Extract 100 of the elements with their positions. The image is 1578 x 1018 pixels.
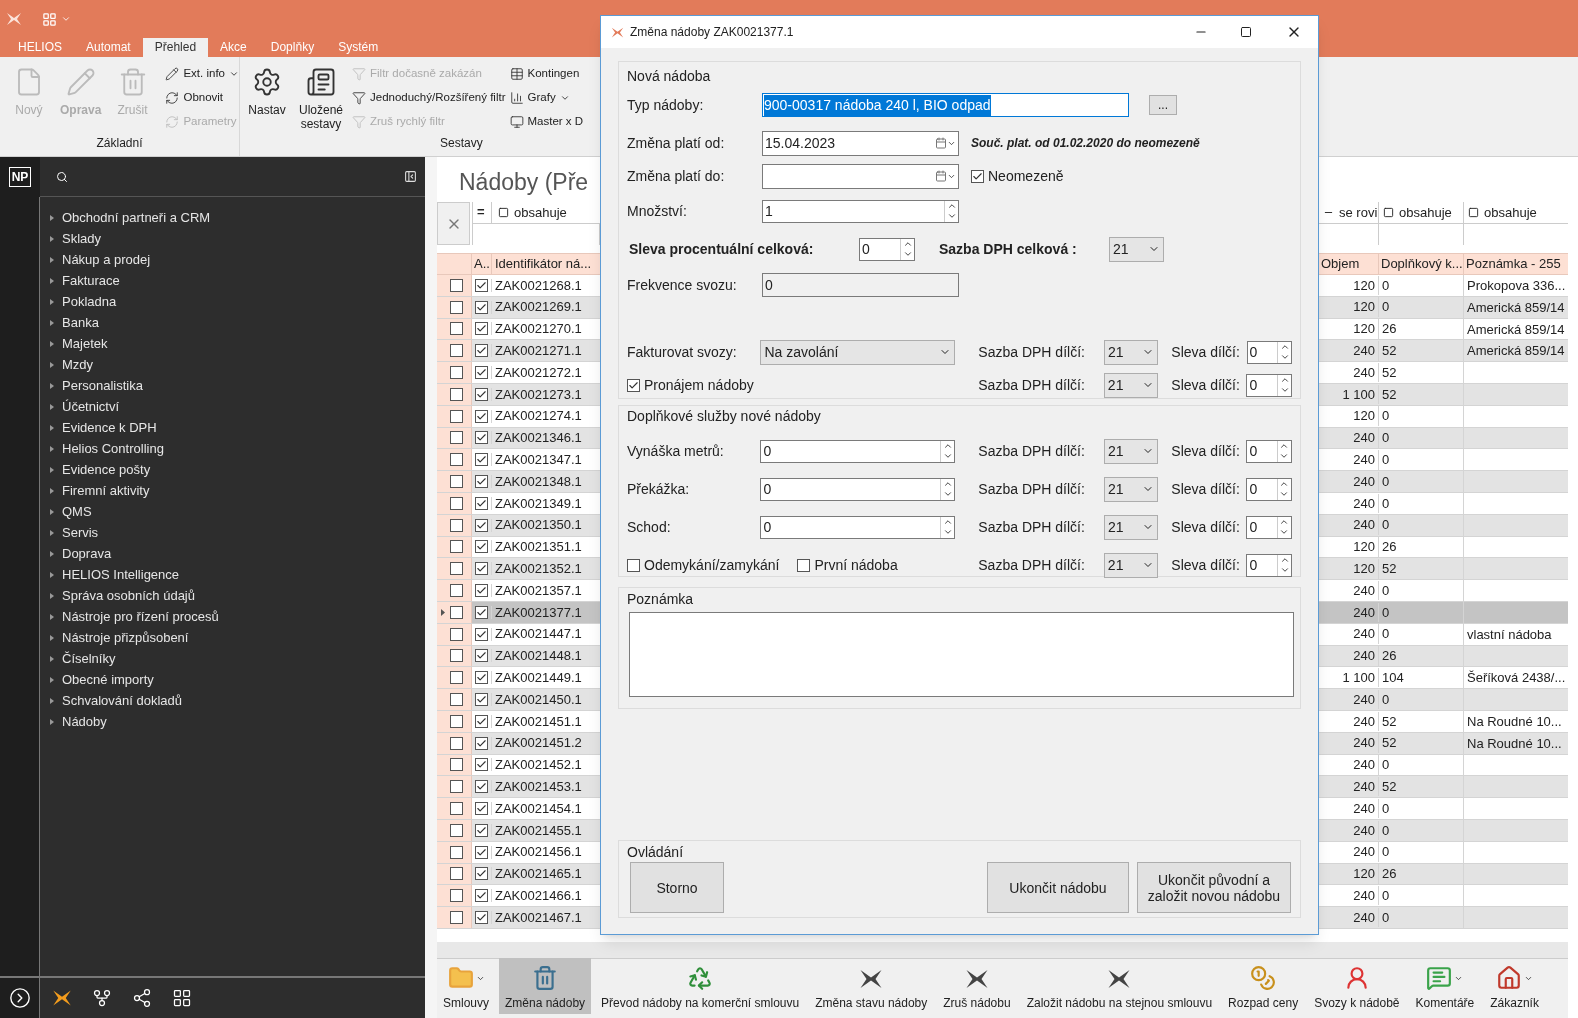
toolbar-button[interactable]: Rozpad ceny [1222,958,1305,1014]
nav-item[interactable]: Sklady [50,228,425,249]
nav-item[interactable]: Nádoby [50,711,425,732]
checkbox[interactable] [450,562,463,576]
note-field[interactable] [629,612,1294,697]
number-field[interactable]: 0 [1246,553,1292,577]
checkbox[interactable] [475,911,488,924]
ribbon-button[interactable]: Kontingen [509,62,584,86]
filter-operator[interactable]: obsahuje [492,202,600,223]
checkbox[interactable] [475,780,488,794]
checkbox[interactable] [475,584,488,598]
checkbox[interactable] [450,714,463,728]
nav-item[interactable]: Schvalování dokladů [50,690,425,711]
date-field[interactable]: 15.04.2023 [762,130,959,156]
checkbox[interactable] [450,518,463,532]
nav-item[interactable]: Helios Controlling [50,438,425,459]
checkbox[interactable] [475,387,488,401]
checkbox[interactable] [475,366,488,380]
checkbox[interactable] [475,518,488,532]
ribbon-button[interactable]: Nastav [242,57,292,134]
ribbon-button[interactable]: Obnovit [165,86,239,110]
ribbon-button[interactable]: Master x D [509,110,584,134]
checkbox[interactable] [797,558,811,572]
dropdown[interactable]: 21 [1103,339,1159,365]
checkbox[interactable] [627,378,640,392]
checkbox[interactable] [971,169,984,183]
nav-item[interactable]: HELIOS Intelligence [50,564,425,585]
calendar-icon[interactable] [935,170,947,182]
checkbox[interactable] [450,300,463,314]
checkbox[interactable] [475,300,488,314]
number-field[interactable]: 0 [1246,515,1292,539]
filter-operator[interactable]: obsahuje [1464,202,1568,224]
ribbon-button[interactable]: Jednoduchý/Rozšířený filtr [352,86,506,110]
column-header[interactable]: Doplňkový k... [1378,254,1463,274]
user-badge[interactable]: NP [8,166,32,187]
checkbox[interactable] [450,540,463,554]
dropdown[interactable]: 21 [1109,236,1164,262]
text-field[interactable]: 900-00317 nádoba 240 l, BIO odpad [762,93,1129,117]
checkbox[interactable] [450,802,463,815]
checkbox[interactable] [475,671,488,685]
checkbox[interactable] [475,867,488,881]
toolbar-button[interactable]: Založit nádobu na stejnou smlouvu [1020,958,1219,1014]
checkbox[interactable] [450,736,463,750]
checkbox[interactable] [450,627,463,641]
checkbox[interactable] [475,562,488,576]
checkbox[interactable] [450,605,463,619]
number-field[interactable]: 0 [760,515,956,539]
nav-item[interactable]: Nástroje přizpůsobení [50,627,425,648]
checkbox[interactable] [475,714,488,728]
ribbon-button[interactable]: Ext. info [165,62,239,86]
nav-item[interactable]: Personalistika [50,375,425,396]
checkbox[interactable] [450,671,463,685]
checkbox[interactable] [475,453,488,467]
checkbox[interactable] [475,605,488,619]
toolbar-button[interactable]: Komentáře [1409,958,1481,1014]
nav-item[interactable]: QMS [50,501,425,522]
number-field[interactable]: 0 [1246,439,1292,463]
dialog-button[interactable]: Ukončit nádobu [987,862,1129,913]
nav-item[interactable]: Obchodní partneři a CRM [50,207,425,228]
scrollbar[interactable] [437,942,1568,958]
number-field[interactable]: 0 [760,439,956,463]
toolbar-button[interactable]: Převod nádoby na komerční smlouvu [595,958,806,1014]
nav-item[interactable]: Účetnictví [50,396,425,417]
nav-item[interactable]: Mzdy [50,354,425,375]
ribbon-button[interactable]: Uložené sestavy [296,57,346,134]
ribbon-button[interactable]: Grafy [509,86,584,110]
checkbox[interactable] [450,278,463,292]
checkbox[interactable] [475,409,488,423]
nav-item[interactable]: Obecné importy [50,669,425,690]
diagram-icon[interactable] [92,988,112,1008]
checkbox[interactable] [450,780,463,794]
expand-icon[interactable] [8,987,31,1009]
checkbox[interactable] [450,387,463,401]
nav-item[interactable]: Firemní aktivity [50,480,425,501]
maximize-icon[interactable] [1240,26,1252,38]
nav-item[interactable]: Banka [50,312,425,333]
checkbox[interactable] [450,823,463,837]
checkbox[interactable] [627,558,640,572]
checkbox[interactable] [475,649,488,663]
toolbar-button[interactable]: Změna stavu nádoby [809,958,934,1014]
share-icon[interactable] [132,988,152,1008]
number-field[interactable]: 0 [1246,373,1292,397]
nav-item[interactable]: Servis [50,522,425,543]
checkbox[interactable] [475,627,488,641]
search-icon[interactable] [56,170,68,183]
checkbox[interactable] [475,736,488,750]
collapse-icon[interactable] [404,170,417,183]
nav-item[interactable]: Evidence pošty [50,459,425,480]
number-field[interactable]: 0 [760,477,956,501]
checkbox[interactable] [475,475,488,489]
checkbox[interactable] [475,344,488,358]
dialog-button[interactable]: Storno [630,862,724,913]
checkbox[interactable] [450,322,463,336]
checkbox[interactable] [475,278,488,292]
column-header[interactable]: A.. [472,254,492,274]
browse-button[interactable]: ... [1149,95,1177,115]
calendar-icon[interactable] [935,137,947,149]
dropdown[interactable]: Na zavolání [760,339,956,365]
nav-item[interactable]: Majetek [50,333,425,354]
checkbox[interactable] [450,693,463,707]
